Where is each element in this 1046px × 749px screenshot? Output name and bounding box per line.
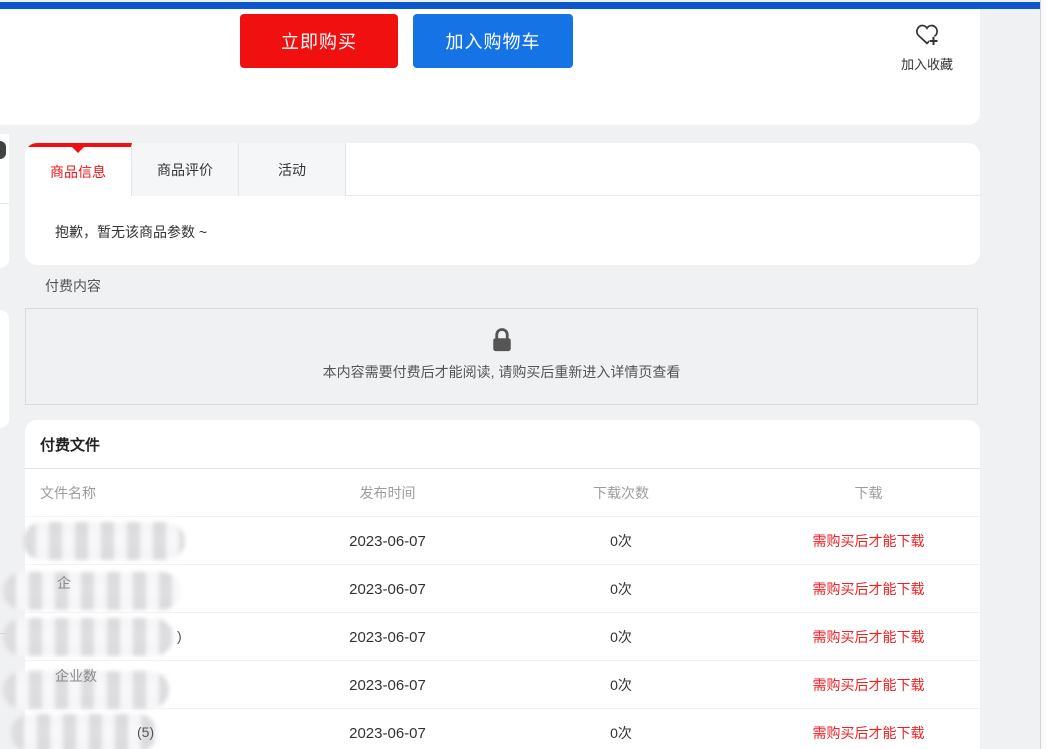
tab-product-info[interactable]: 商品信息: [25, 143, 132, 196]
download-locked-link[interactable]: 需购买后才能下载: [813, 533, 925, 549]
lock-icon: [26, 326, 977, 354]
locked-content-message: 本内容需要付费后才能阅读, 请购买后重新进入详情页查看: [26, 362, 977, 382]
product-action-panel: 立即购买 加入购物车 加入收藏: [0, 9, 980, 125]
redaction-smudge: [3, 572, 181, 610]
redaction-smudge: [11, 714, 157, 749]
publish-date: 2023-06-07: [290, 581, 485, 598]
download-count: 0次: [485, 531, 757, 551]
favorite-label: 加入收藏: [862, 54, 992, 73]
column-download-count: 下载次数: [485, 483, 757, 503]
publish-date: 2023-06-07: [290, 677, 485, 694]
tab-activities[interactable]: 活动: [239, 143, 346, 196]
file-name-redacted: 企业数: [25, 661, 290, 709]
top-accent-bar: [0, 2, 1040, 9]
file-name-redacted: (5): [25, 709, 290, 749]
file-row: 企业数 2023-06-07 0次 需购买后才能下载: [25, 661, 980, 709]
redaction-smudge: [23, 522, 185, 560]
download-locked-link[interactable]: 需购买后才能下载: [813, 629, 925, 645]
file-row: 企 2023-06-07 0次 需购买后才能下载: [25, 565, 980, 613]
download-count: 0次: [485, 723, 757, 743]
left-cutoff-panel: [0, 310, 9, 428]
download-locked-link[interactable]: 需购买后才能下载: [813, 677, 925, 693]
tab-product-reviews[interactable]: 商品评价: [132, 143, 239, 196]
no-parameters-message: 抱歉，暂无该商品参数 ~: [25, 196, 980, 242]
detail-tabs: 商品信息 商品评价 活动: [25, 143, 980, 196]
redaction-smudge: [3, 618, 173, 656]
download-locked-link[interactable]: 需购买后才能下载: [813, 725, 925, 741]
locked-content-box: 本内容需要付费后才能阅读, 请购买后重新进入详情页查看: [25, 308, 978, 405]
file-name-redacted: 企: [25, 565, 290, 613]
add-to-cart-button[interactable]: 加入购物车: [413, 14, 573, 68]
column-file-name: 文件名称: [25, 483, 290, 503]
publish-date: 2023-06-07: [290, 533, 485, 550]
add-to-favorites-button[interactable]: 加入收藏: [862, 21, 992, 73]
paid-files-section-title: 付费文件: [25, 420, 980, 455]
file-row: (5) 2023-06-07 0次 需购买后才能下载: [25, 709, 980, 749]
product-detail-card: 商品信息 商品评价 活动 抱歉，暂无该商品参数 ~: [25, 143, 980, 265]
file-row: ) 2023-06-07 0次 需购买后才能下载: [25, 613, 980, 661]
publish-date: 2023-06-07: [290, 725, 485, 742]
column-publish-date: 发布时间: [290, 483, 485, 503]
buy-now-button[interactable]: 立即购买: [240, 14, 398, 68]
download-count: 0次: [485, 627, 757, 647]
vertical-scrollbar[interactable]: [1040, 0, 1046, 749]
files-table-header: 文件名称 发布时间 下载次数 下载: [25, 469, 980, 517]
file-name-redacted: ): [25, 613, 290, 661]
download-locked-link[interactable]: 需购买后才能下载: [813, 581, 925, 597]
download-count: 0次: [485, 675, 757, 695]
file-row: 2023-06-07 0次 需购买后才能下载: [25, 517, 980, 565]
paid-content-section-title: 付费内容: [25, 265, 980, 308]
download-count: 0次: [485, 579, 757, 599]
publish-date: 2023-06-07: [290, 629, 485, 646]
file-name-redacted: [25, 517, 290, 565]
heart-plus-icon: [862, 21, 992, 51]
column-download: 下载: [757, 483, 980, 503]
paid-files-card: 付费文件 文件名称 发布时间 下载次数 下载 2023-06-07 0次 需购买…: [25, 420, 980, 749]
